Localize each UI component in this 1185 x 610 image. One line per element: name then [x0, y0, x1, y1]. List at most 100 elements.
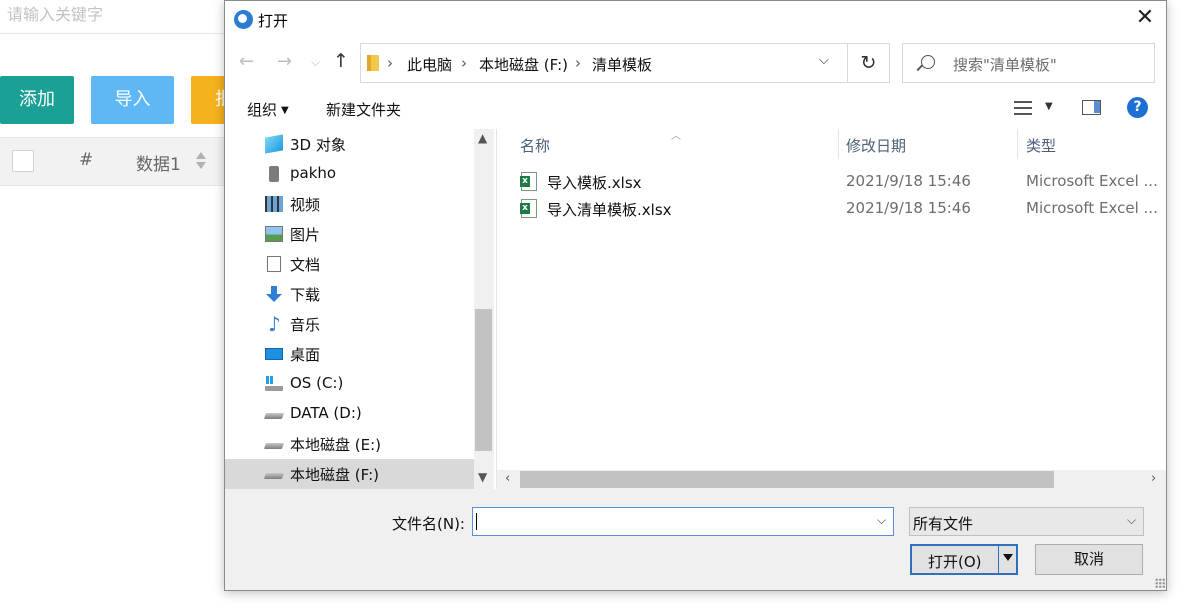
chevron-right-icon[interactable]: › [461, 54, 467, 72]
organize-button[interactable]: 组织 ▼ [247, 99, 289, 120]
caret-down-icon: ▼ [281, 105, 289, 116]
file-row[interactable]: 导入模板.xlsx 2021/9/18 15:46 Microsoft Exce… [497, 169, 1166, 195]
user-icon [269, 166, 279, 182]
bg-search-input[interactable]: 请输入关键字 [0, 0, 224, 34]
file-type-select[interactable]: 所有文件 ⌵ [909, 507, 1144, 536]
breadcrumb-folder[interactable]: 清单模板 [592, 54, 652, 75]
nav-item-label: 本地磁盘 (E:) [290, 436, 382, 454]
drive-icon [265, 406, 283, 422]
nav-item-downloads[interactable]: 下载 [225, 279, 474, 309]
add-button[interactable]: 添加 [0, 76, 74, 124]
column-type[interactable]: 类型 [1026, 135, 1056, 156]
caret-down-icon[interactable]: ▼ [1045, 101, 1053, 112]
column-separator[interactable] [838, 129, 839, 159]
file-type-value: 所有文件 [913, 515, 974, 533]
column-separator[interactable] [1017, 129, 1018, 159]
file-row[interactable]: 导入清单模板.xlsx 2021/9/18 15:46 Microsoft Ex… [497, 196, 1166, 222]
select-all-checkbox[interactable] [12, 150, 34, 172]
nav-item-label: DATA (D:) [290, 404, 362, 422]
bg-search-placeholder: 请输入关键字 [7, 5, 104, 24]
desktop-icon [265, 348, 283, 360]
column-date[interactable]: 修改日期 [846, 135, 906, 156]
horizontal-scrollbar[interactable]: ‹ › [497, 470, 1166, 489]
nav-item-label: 3D 对象 [290, 136, 346, 154]
nav-item-videos[interactable]: 视频 [225, 189, 474, 219]
drive-icon [265, 436, 283, 452]
folder-icon [367, 55, 379, 71]
chevron-down-icon[interactable]: ⌵ [819, 53, 829, 68]
scroll-down-icon[interactable]: ▼ [478, 470, 487, 484]
open-button-label: 打开(O) [928, 553, 982, 571]
scroll-right-icon[interactable]: › [1151, 471, 1156, 486]
cancel-button[interactable]: 取消 [1035, 544, 1143, 575]
preview-pane-icon[interactable] [1082, 100, 1101, 115]
scroll-up-icon[interactable]: ▲ [478, 131, 487, 145]
chevron-down-icon[interactable]: ⌵ [877, 513, 886, 528]
nav-item-music[interactable]: 音乐 [225, 309, 474, 339]
refresh-button[interactable]: ↻ [847, 43, 890, 83]
resize-grip-icon[interactable] [1155, 578, 1165, 588]
split-divider [998, 546, 999, 573]
column-hash: # [79, 150, 94, 170]
open-file-dialog: 打开 ✕ ← → ⌵ ↑ › 此电脑 › 本地磁盘 (F:) › 清单模板 ⌵ … [224, 0, 1167, 591]
recent-locations-icon[interactable]: ⌵ [311, 55, 320, 70]
nav-item-3d-objects[interactable]: 3D 对象 [225, 129, 474, 159]
forward-arrow-icon[interactable]: → [277, 51, 292, 72]
column-data1: 数据1 [136, 155, 181, 175]
navigation-pane: 3D 对象 pakho 视频 图片 文档 下载 音乐 桌面 [225, 129, 496, 489]
help-icon[interactable]: ? [1127, 97, 1148, 118]
scroll-thumb[interactable] [475, 309, 492, 451]
excel-file-icon [520, 172, 537, 191]
nav-item-label: 下载 [290, 286, 321, 304]
breadcrumb-drive-f[interactable]: 本地磁盘 (F:) [479, 54, 568, 75]
breadcrumb-this-pc[interactable]: 此电脑 [407, 54, 452, 75]
file-type: Microsoft Excel ... [1026, 199, 1158, 217]
search-input[interactable]: 搜索"清单模板" [902, 43, 1155, 83]
nav-item-drive-e[interactable]: 本地磁盘 (E:) [225, 429, 474, 459]
import-button[interactable]: 导入 [91, 76, 174, 124]
caret-down-icon[interactable] [1003, 554, 1013, 561]
chevron-right-icon[interactable]: › [575, 54, 581, 72]
scroll-thumb[interactable] [520, 471, 1054, 488]
dialog-titlebar[interactable]: 打开 ✕ [225, 1, 1166, 37]
nav-item-user[interactable]: pakho [225, 159, 474, 189]
organize-label: 组织 [247, 101, 278, 119]
sort-icon[interactable] [195, 152, 207, 172]
chevron-right-icon[interactable]: › [387, 54, 393, 72]
view-options-icon[interactable] [1014, 100, 1034, 116]
open-button[interactable]: 打开(O) [910, 544, 1018, 575]
up-arrow-icon[interactable]: ↑ [333, 50, 349, 72]
nav-item-label: 文档 [290, 256, 321, 274]
dialog-title: 打开 [258, 12, 289, 30]
file-name: 导入模板.xlsx [547, 174, 642, 192]
text-caret [476, 513, 477, 530]
document-icon [267, 256, 281, 272]
table-header: # 数据1 [0, 137, 224, 186]
file-type: Microsoft Excel ... [1026, 172, 1158, 190]
scroll-left-icon[interactable]: ‹ [505, 471, 510, 486]
batch-button[interactable]: 批 [191, 76, 225, 124]
nav-item-desktop[interactable]: 桌面 [225, 339, 474, 369]
close-button[interactable]: ✕ [1124, 1, 1166, 37]
nav-item-label: 图片 [290, 226, 321, 244]
nav-item-pictures[interactable]: 图片 [225, 219, 474, 249]
new-folder-button[interactable]: 新建文件夹 [326, 99, 401, 120]
back-arrow-icon[interactable]: ← [239, 51, 254, 72]
search-placeholder: 搜索"清单模板" [953, 56, 1057, 74]
file-list: ︿ 名称 修改日期 类型 导入模板.xlsx 2021/9/18 15:46 M… [497, 129, 1166, 489]
file-date: 2021/9/18 15:46 [846, 172, 971, 190]
address-bar[interactable]: › 此电脑 › 本地磁盘 (F:) › 清单模板 ⌵ [360, 43, 848, 83]
nav-item-label: 桌面 [290, 346, 321, 364]
search-icon [921, 55, 935, 69]
nav-item-drive-f[interactable]: 本地磁盘 (F:) [225, 459, 474, 489]
music-icon [265, 312, 283, 336]
nav-scrollbar[interactable]: ▲ ▼ [474, 129, 494, 489]
video-icon [265, 196, 283, 212]
filename-input[interactable]: ⌵ [472, 507, 894, 536]
column-name[interactable]: 名称 [520, 135, 550, 156]
nav-item-drive-c[interactable]: OS (C:) [225, 369, 474, 399]
file-name: 导入清单模板.xlsx [547, 201, 672, 219]
navigation-row: ← → ⌵ ↑ › 此电脑 › 本地磁盘 (F:) › 清单模板 ⌵ ↻ 搜索"… [225, 43, 1166, 83]
nav-item-drive-d[interactable]: DATA (D:) [225, 399, 474, 429]
nav-item-documents[interactable]: 文档 [225, 249, 474, 279]
